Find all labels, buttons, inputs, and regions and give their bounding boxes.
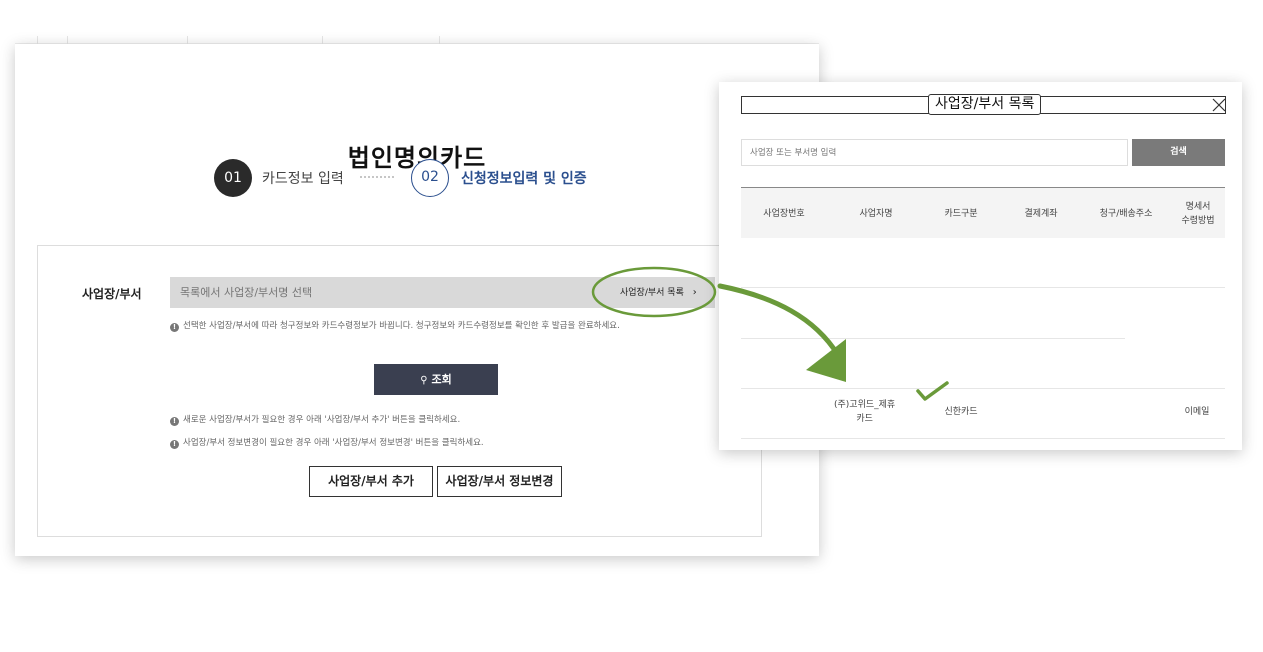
column-header: 카드구분: [944, 208, 978, 219]
row-divider: [741, 388, 1225, 389]
row-divider: [741, 338, 1125, 339]
search-icon: ⚲: [420, 375, 428, 386]
chevron-right-icon: ›: [692, 287, 697, 298]
info-icon: !: [170, 440, 179, 449]
notice-change: ! 선택한 사업장/부서에 따라 청구정보와 카드수령정보가 바뀝니다. 청구정보…: [170, 319, 620, 332]
column-header: 사업자명: [859, 208, 893, 219]
list-button-label: 사업장/부서 목록: [620, 288, 684, 298]
top-tab-strip: [15, 36, 819, 44]
info-icon: !: [170, 417, 179, 426]
main-panel: 법인명의카드 01 카드정보 입력 02 신청정보입력 및 인증 사업장/부서 …: [15, 44, 819, 556]
popup-title: 사업장/부서 목록: [928, 94, 1042, 115]
business-name-cell: (주)고위드_제휴 카드: [834, 400, 896, 424]
popup-search-input[interactable]: [741, 139, 1128, 166]
business-dept-label: 사업장/부서: [82, 287, 142, 301]
business-dept-list-popup: 사업장/부서 목록 검색 사업장번호 사업자명 카드구분 결제계좌 청구/배송주…: [719, 82, 1242, 450]
search-button[interactable]: ⚲ 조회: [374, 364, 498, 395]
notice-edit: ! 사업장/부서 정보변경이 필요한 경우 아래 '사업장/부서 정보변경' 버튼…: [170, 436, 484, 449]
card-type-cell: 신한카드: [944, 407, 978, 417]
step-2-number: 02: [411, 159, 449, 197]
table-header: 사업장번호 사업자명 카드구분 결제계좌 청구/배송주소 명세서 수령방법: [741, 187, 1225, 238]
business-dept-list-button[interactable]: 사업장/부서 목록 ›: [611, 277, 711, 308]
step-1-label: 카드정보 입력: [262, 171, 344, 187]
column-header: 청구/배송주소: [1099, 208, 1153, 219]
statement-method-cell: 이메일: [1184, 407, 1210, 417]
close-icon[interactable]: [1212, 98, 1226, 112]
info-icon: !: [170, 323, 179, 332]
popup-titlebar: 사업장/부서 목록: [741, 94, 1226, 115]
column-header: 명세서 수령방법: [1181, 201, 1215, 226]
popup-search-button[interactable]: 검색: [1132, 139, 1225, 166]
row-divider: [741, 438, 1225, 439]
column-header: 결제계좌: [1024, 208, 1058, 219]
step-2-label: 신청정보입력 및 인증: [461, 171, 587, 187]
step-divider: [360, 176, 394, 178]
add-business-dept-button[interactable]: 사업장/부서 추가: [309, 466, 433, 497]
edit-business-dept-button[interactable]: 사업장/부서 정보변경: [437, 466, 562, 497]
step-1-number: 01: [214, 159, 252, 197]
column-header: 사업장번호: [763, 208, 805, 219]
notice-add: ! 새로운 사업장/부서가 필요한 경우 아래 '사업장/부서 추가' 버튼을 클…: [170, 413, 460, 426]
row-divider: [741, 287, 1225, 288]
